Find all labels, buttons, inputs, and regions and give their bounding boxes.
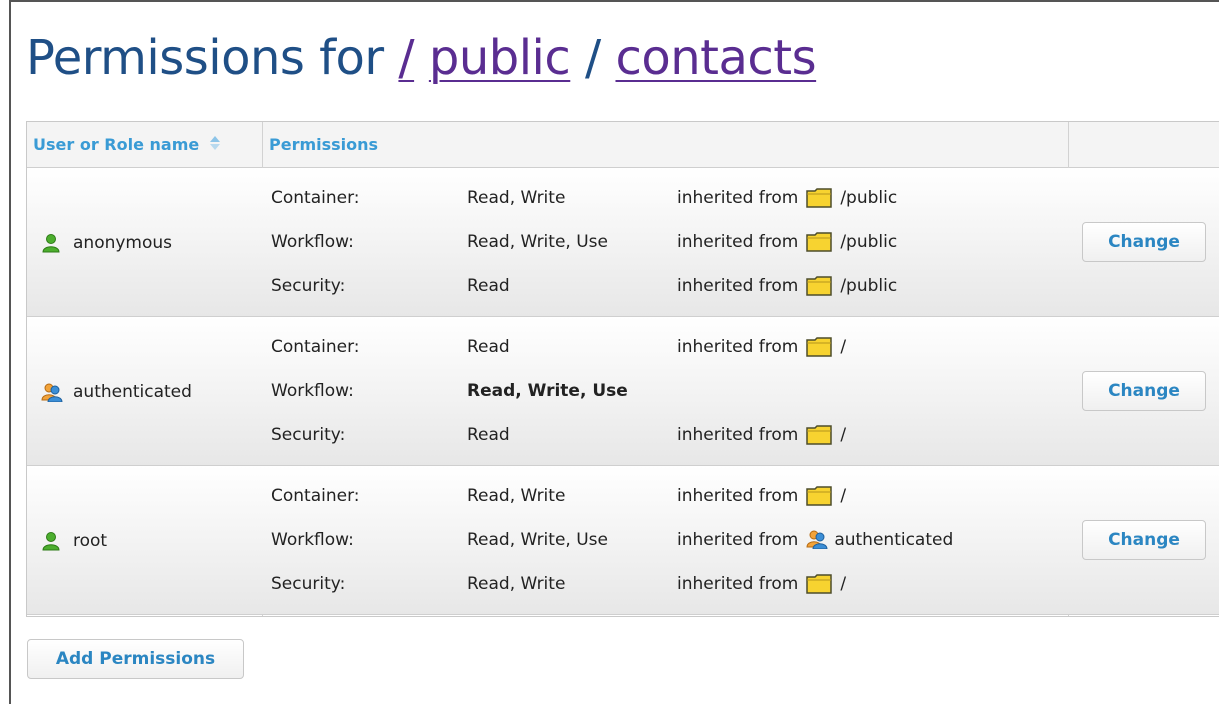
- permission-value: Read: [467, 337, 510, 357]
- user-cell: root: [41, 466, 107, 615]
- permission-value: Read: [467, 425, 510, 445]
- inherited-from: inherited from /: [677, 335, 846, 359]
- breadcrumb-contacts-link[interactable]: contacts: [615, 30, 816, 86]
- user-green-icon: [41, 233, 61, 253]
- user-green-icon: [41, 531, 61, 551]
- permission-value: Read, Write: [467, 574, 566, 594]
- permission-type: Container:: [271, 188, 360, 208]
- permissions-table: User or Role name Permissions anonymous C…: [26, 121, 1219, 617]
- permission-type: Workflow:: [271, 232, 354, 252]
- user-name: authenticated: [73, 381, 192, 402]
- breadcrumb-root-link[interactable]: /: [398, 30, 414, 86]
- sort-icon: [209, 123, 221, 169]
- table-row: root Container: Read, Write inherited from /…: [27, 466, 1219, 615]
- change-button[interactable]: Change: [1082, 520, 1206, 560]
- inherited-source: /: [840, 574, 847, 594]
- permission-value: Read, Write, Use: [467, 530, 608, 550]
- inherited-source: /public: [840, 188, 898, 208]
- user-name: root: [73, 530, 108, 551]
- permission-type: Security:: [271, 425, 346, 445]
- permission-value: Read, Write: [467, 188, 566, 208]
- inherited-label: inherited from: [677, 574, 799, 594]
- inherited-from: inherited from/public: [677, 186, 897, 210]
- inherited-source: /: [840, 486, 847, 506]
- page-title: Permissions for / public / contacts: [26, 28, 817, 88]
- user-cell: authenticated: [41, 317, 192, 466]
- permission-type: Container:: [271, 486, 360, 506]
- inherited-label: inherited from: [677, 276, 799, 296]
- breadcrumb-separator: /: [585, 30, 601, 86]
- inherited-from: inherited from/public: [677, 274, 897, 298]
- column-header-permissions[interactable]: Permissions: [269, 122, 378, 168]
- inherited-source: /public: [840, 232, 898, 252]
- permission-value: Read, Write: [467, 486, 566, 506]
- inherited-source: /public: [840, 276, 898, 296]
- breadcrumb-public-link[interactable]: public: [429, 30, 571, 86]
- inherited-label: inherited from: [677, 530, 799, 550]
- change-button[interactable]: Change: [1082, 222, 1206, 262]
- permission-value: Read, Write, Use: [467, 232, 608, 252]
- add-permissions-button[interactable]: Add Permissions: [27, 639, 244, 679]
- table-header: User or Role name Permissions: [27, 122, 1219, 168]
- permission-value: Read, Write, Use: [467, 381, 628, 401]
- inherited-from: inherited from authenticated: [677, 528, 953, 552]
- inherited-from: inherited from/public: [677, 230, 897, 254]
- permission-type: Container:: [271, 337, 360, 357]
- folder-icon: [806, 187, 834, 209]
- title-prefix: Permissions for: [26, 30, 384, 86]
- column-header-user[interactable]: User or Role name: [33, 122, 221, 168]
- permission-type: Security:: [271, 574, 346, 594]
- folder-icon: [806, 336, 834, 358]
- table-row: anonymous Container: Read, Write inherited …: [27, 168, 1219, 317]
- group-icon: [41, 382, 63, 402]
- inherited-label: inherited from: [677, 188, 799, 208]
- inherited-from: inherited from /: [677, 423, 846, 447]
- folder-icon: [806, 424, 834, 446]
- change-button[interactable]: Change: [1082, 371, 1206, 411]
- inherited-label: inherited from: [677, 232, 799, 252]
- table-row: authenticated Container: Read inherited fro…: [27, 317, 1219, 466]
- folder-icon: [806, 573, 834, 595]
- inherited-source: /: [840, 337, 847, 357]
- folder-icon: [806, 231, 834, 253]
- inherited-label: inherited from: [677, 337, 799, 357]
- permission-type: Security:: [271, 276, 346, 296]
- group-icon: [806, 529, 828, 551]
- inherited-from: inherited from /: [677, 572, 846, 596]
- inherited-label: inherited from: [677, 486, 799, 506]
- user-cell: anonymous: [41, 168, 172, 317]
- inherited-from: inherited from /: [677, 484, 846, 508]
- permission-type: Workflow:: [271, 381, 354, 401]
- permission-type: Workflow:: [271, 530, 354, 550]
- inherited-source: authenticated: [834, 530, 954, 550]
- user-name: anonymous: [73, 232, 173, 253]
- column-header-user-label: User or Role name: [33, 135, 200, 154]
- folder-icon: [806, 275, 834, 297]
- permission-value: Read: [467, 276, 510, 296]
- folder-icon: [806, 485, 834, 507]
- inherited-source: /: [840, 425, 847, 445]
- inherited-label: inherited from: [677, 425, 799, 445]
